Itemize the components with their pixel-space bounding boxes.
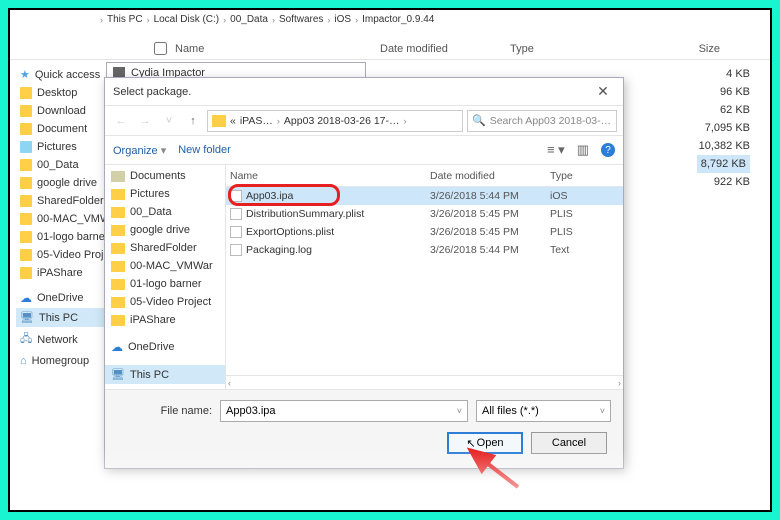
folder-icon <box>111 171 125 182</box>
view-options-button[interactable]: ≡ ▾ <box>547 142 565 158</box>
file-row[interactable]: DistributionSummary.plist 3/26/2018 5:45… <box>226 205 623 223</box>
network-icon: 🖧 <box>20 330 32 349</box>
open-file-dialog: Select package. ✕ ← → ˅ ↑ « iPAS… › App0… <box>104 77 624 469</box>
desktop-icon <box>20 87 32 99</box>
recent-dropdown[interactable]: ˅ <box>159 111 179 131</box>
dialog-title: Select package. <box>113 86 591 98</box>
file-icon <box>230 226 242 238</box>
chevron-down-icon[interactable]: ˅ <box>600 406 605 416</box>
folder-icon <box>20 105 32 117</box>
cloud-icon: ☁ <box>111 340 123 354</box>
size-column: 4 KB 96 KB 62 KB 7,095 KB 10,382 KB 8,79… <box>697 65 750 191</box>
cursor-icon: ↖ <box>466 437 475 450</box>
pc-icon: 🖥 <box>111 368 125 381</box>
folder-icon <box>111 189 125 200</box>
folder-icon <box>111 315 125 326</box>
file-list-header[interactable]: Name Date modified Type <box>226 165 623 187</box>
folder-icon <box>20 195 32 207</box>
breadcrumb[interactable]: ›This PC ›Local Disk (C:) ›00_Data ›Soft… <box>100 14 434 25</box>
file-icon <box>230 244 242 256</box>
file-icon <box>230 190 242 202</box>
folder-icon <box>20 231 32 243</box>
folder-icon <box>111 207 125 218</box>
folder-icon <box>111 261 125 272</box>
filename-input[interactable]: App03.ipa ˅ <box>220 400 468 422</box>
folder-icon <box>111 297 125 308</box>
file-row[interactable]: App03.ipa 3/26/2018 5:44 PM iOS <box>226 187 623 205</box>
back-button[interactable]: ← <box>111 111 131 131</box>
homegroup-icon: ⌂ <box>20 355 27 367</box>
chevron-down-icon[interactable]: ˅ <box>457 406 462 416</box>
pictures-icon <box>20 141 32 153</box>
file-icon <box>230 208 242 220</box>
star-icon: ★ <box>20 68 30 81</box>
folder-icon <box>111 279 125 290</box>
file-row[interactable]: ExportOptions.plist 3/26/2018 5:45 PM PL… <box>226 223 623 241</box>
cloud-icon: ☁ <box>20 291 32 305</box>
column-headers[interactable]: Name Date modified Type Size <box>10 38 770 60</box>
folder-icon <box>111 225 125 236</box>
filename-label: File name: <box>117 405 212 417</box>
forward-button[interactable]: → <box>135 111 155 131</box>
folder-icon <box>20 177 32 189</box>
open-button[interactable]: ↖ Open <box>447 432 523 454</box>
new-folder-button[interactable]: New folder <box>178 144 231 156</box>
dialog-nav-tree[interactable]: Documents Pictures 00_Data google drive … <box>105 165 225 389</box>
folder-icon <box>111 243 125 254</box>
search-input[interactable]: 🔍 Search App03 2018-03-26 17-… <box>467 110 617 132</box>
cancel-button[interactable]: Cancel <box>531 432 607 454</box>
organize-menu[interactable]: Organize ▾ <box>113 144 166 157</box>
filetype-filter[interactable]: All files (*.*) ˅ <box>476 400 611 422</box>
help-button[interactable]: ? <box>601 143 615 157</box>
preview-pane-button[interactable]: ▥ <box>577 142 589 158</box>
select-all-checkbox[interactable] <box>154 42 167 55</box>
close-button[interactable]: ✕ <box>591 83 615 100</box>
file-row[interactable]: Packaging.log 3/26/2018 5:44 PM Text <box>226 241 623 259</box>
address-bar[interactable]: « iPAS… › App03 2018-03-26 17-… › <box>207 110 463 132</box>
search-icon: 🔍 <box>472 114 486 127</box>
folder-icon <box>212 115 226 127</box>
folder-icon <box>20 123 32 135</box>
folder-icon <box>20 213 32 225</box>
scrollbar[interactable]: ‹› <box>226 375 623 389</box>
folder-icon <box>20 267 32 279</box>
up-button[interactable]: ↑ <box>183 111 203 131</box>
folder-icon <box>20 159 32 171</box>
pc-icon: 🖥 <box>20 311 34 324</box>
folder-icon <box>20 249 32 261</box>
